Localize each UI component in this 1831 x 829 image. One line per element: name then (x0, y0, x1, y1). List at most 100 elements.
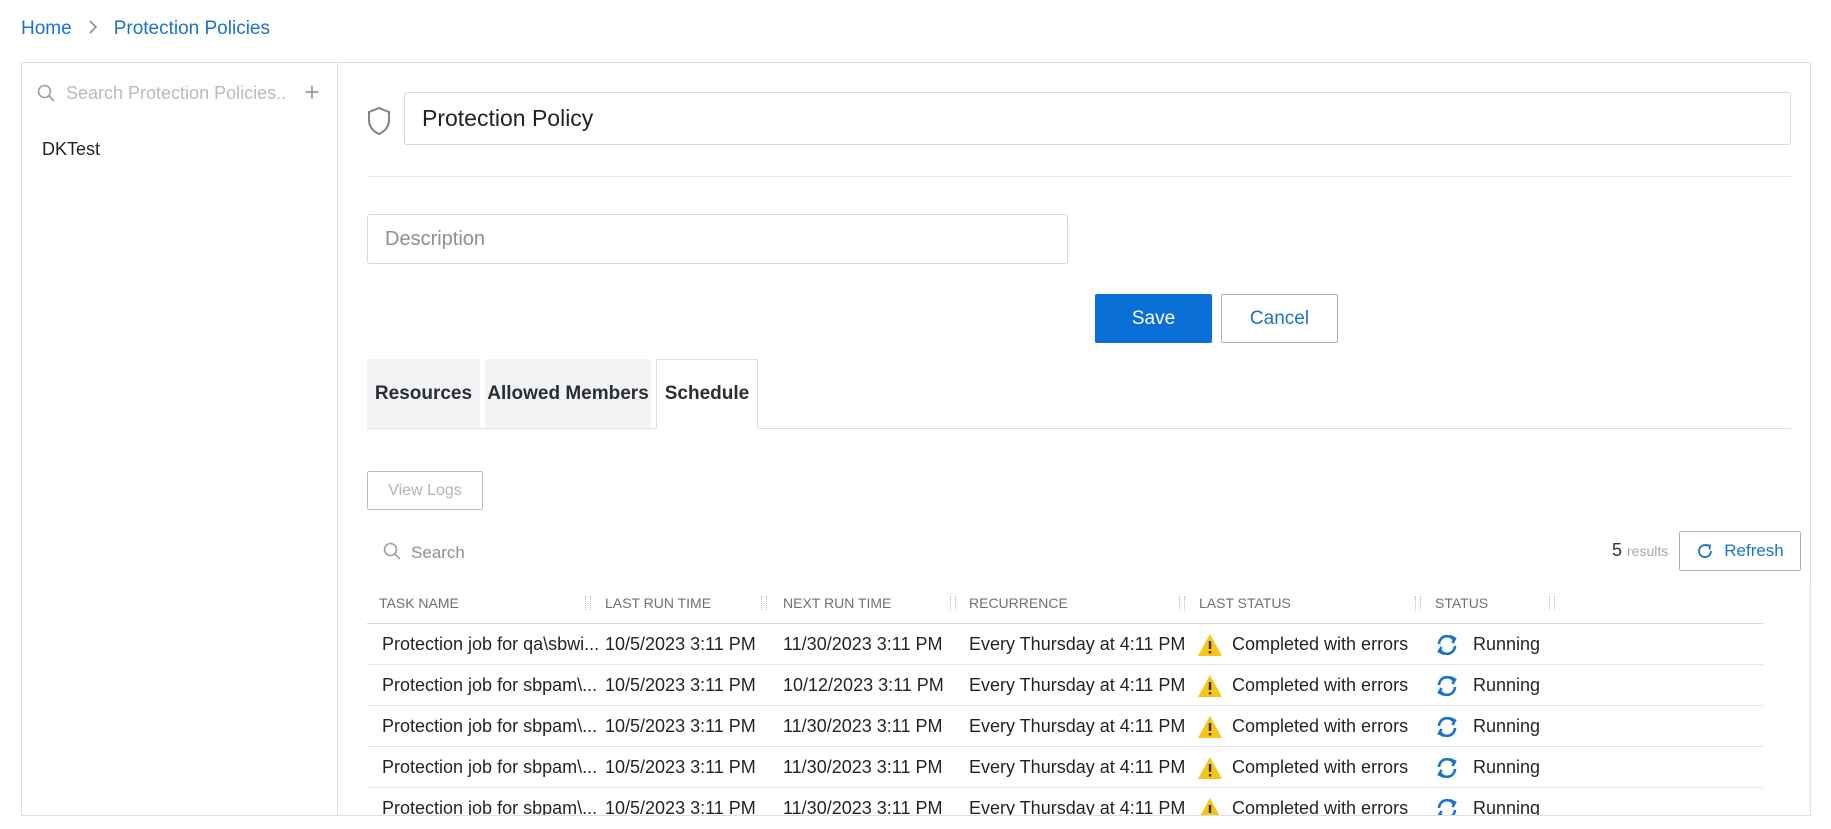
warning-icon (1198, 633, 1222, 656)
status-text: Running (1473, 716, 1541, 736)
warning-icon (1200, 797, 1220, 815)
recurrence-cell: Every Thursday at 4:11 PM (969, 798, 1186, 816)
column-header-task-name[interactable]: TASK NAME (379, 582, 459, 624)
last-status-cell: Completed with errors (1197, 624, 1408, 665)
results-number: 5 (1612, 540, 1623, 560)
search-icon (36, 83, 56, 103)
scrollbar-thumb[interactable] (1810, 583, 1811, 783)
refresh-icon (1698, 544, 1713, 558)
status-cell: Running (1435, 747, 1540, 788)
status-text: Running (1473, 798, 1541, 816)
column-header-last-run-time[interactable]: LAST RUN TIME (605, 582, 711, 624)
policy-detail: Save Cancel Resources Allowed Members Sc… (339, 63, 1810, 815)
last-status-cell: Completed with errors (1197, 665, 1408, 706)
sidebar-item-dktest[interactable]: DKTest (42, 139, 100, 160)
next-run-cell: 11/30/2023 3:11 PM (783, 716, 943, 736)
last-status-text: Completed with errors (1232, 716, 1409, 736)
last-run-cell: 10/5/2023 3:11 PM (605, 675, 756, 695)
task-name-cell: Protection job for sbpam\... (382, 798, 598, 816)
next-run-cell: 10/12/2023 3:11 PM (783, 675, 944, 695)
sidebar-search (36, 79, 322, 107)
refresh-button[interactable]: Refresh (1679, 531, 1801, 571)
warning-icon (1198, 715, 1222, 738)
plus-icon[interactable]: + (300, 79, 324, 107)
chevron-right-icon (88, 19, 98, 39)
breadcrumb-protection-policies-link[interactable]: Protection Policies (114, 18, 270, 40)
tab-bar: Resources Allowed Members Schedule (367, 359, 1791, 429)
warning-icon (1198, 674, 1222, 697)
task-name-cell: Protection job for sbpam\... (382, 675, 598, 695)
policy-name-field[interactable] (404, 92, 1791, 145)
last-status-cell: Completed with errors (1197, 706, 1408, 747)
table-row[interactable]: Protection job for sbpam\... 10/5/2023 3… (367, 706, 1763, 747)
table-scrollbar[interactable] (1809, 581, 1811, 815)
last-status-text: Completed with errors (1232, 634, 1409, 654)
column-header-last-status[interactable]: LAST STATUS (1199, 582, 1291, 624)
warning-icon (1198, 756, 1222, 779)
sync-icon (1437, 798, 1457, 815)
last-run-cell: 10/5/2023 3:11 PM (605, 798, 756, 816)
shield-icon (366, 106, 392, 136)
column-header-recurrence[interactable]: RECURRENCE (969, 582, 1068, 624)
task-name-cell: Protection job for sbpam\... (382, 716, 598, 736)
column-header-status[interactable]: STATUS (1435, 582, 1488, 624)
table-row[interactable]: Protection job for sbpam\... 10/5/2023 3… (367, 788, 1763, 816)
status-text: Running (1473, 634, 1541, 654)
last-run-cell: 10/5/2023 3:11 PM (605, 757, 756, 777)
status-cell: Running (1435, 624, 1540, 665)
status-text: Running (1473, 757, 1541, 777)
tab-resources[interactable]: Resources (367, 359, 480, 428)
sync-icon (1437, 675, 1457, 696)
recurrence-cell: Every Thursday at 4:11 PM (969, 634, 1186, 654)
breadcrumb: Home Protection Policies (21, 17, 270, 41)
divider (367, 176, 1791, 177)
cancel-button[interactable]: Cancel (1221, 294, 1338, 343)
sync-icon (1437, 716, 1457, 737)
next-run-cell: 11/30/2023 3:11 PM (783, 634, 943, 654)
tab-schedule[interactable]: Schedule (656, 359, 758, 429)
view-logs-button[interactable]: View Logs (367, 471, 483, 510)
results-count: 5 results (1612, 540, 1668, 568)
schedule-search-input[interactable] (411, 543, 611, 563)
column-resize-handle[interactable] (585, 596, 591, 610)
policy-sidebar: + DKTest (22, 63, 338, 815)
recurrence-cell: Every Thursday at 4:11 PM (969, 716, 1186, 736)
last-status-cell: Completed with errors (1197, 788, 1409, 816)
search-icon (383, 542, 401, 565)
refresh-label: Refresh (1724, 541, 1784, 560)
column-resize-handle[interactable] (950, 596, 956, 610)
recurrence-cell: Every Thursday at 4:11 PM (969, 675, 1186, 695)
last-status-cell: Completed with errors (1197, 747, 1408, 788)
breadcrumb-home-link[interactable]: Home (21, 18, 72, 40)
last-run-cell: 10/5/2023 3:11 PM (605, 716, 756, 736)
task-name-cell: Protection job for qa\sbwi... (382, 634, 600, 654)
table-header: TASK NAME LAST RUN TIME NEXT RUN TIME RE… (367, 582, 1763, 624)
status-cell: Running (1435, 665, 1540, 706)
table-row[interactable]: Protection job for sbpam\... 10/5/2023 3… (367, 747, 1763, 788)
results-label: results (1627, 543, 1669, 559)
column-resize-handle[interactable] (1549, 596, 1555, 610)
status-cell: Running (1435, 706, 1540, 747)
column-resize-handle[interactable] (1179, 596, 1185, 610)
policy-panel: + DKTest Save Cancel Resources Allowed M… (21, 62, 1811, 816)
table-row[interactable]: Protection job for sbpam\... 10/5/2023 3… (367, 665, 1763, 706)
description-field[interactable] (367, 214, 1068, 264)
schedule-table: TASK NAME LAST RUN TIME NEXT RUN TIME RE… (367, 582, 1763, 816)
last-status-text: Completed with errors (1232, 798, 1409, 816)
column-resize-handle[interactable] (1415, 596, 1421, 610)
column-resize-handle[interactable] (761, 596, 767, 610)
sidebar-search-input[interactable] (66, 82, 286, 104)
status-cell: Running (1435, 788, 1541, 816)
task-name-cell: Protection job for sbpam\... (382, 757, 598, 777)
save-button[interactable]: Save (1095, 294, 1212, 343)
tab-allowed-members[interactable]: Allowed Members (485, 359, 651, 428)
column-header-next-run-time[interactable]: NEXT RUN TIME (783, 582, 891, 624)
last-run-cell: 10/5/2023 3:11 PM (605, 634, 756, 654)
table-row[interactable]: Protection job for qa\sbwi... 10/5/2023 … (367, 624, 1763, 665)
last-status-text: Completed with errors (1232, 757, 1409, 777)
next-run-cell: 11/30/2023 3:11 PM (783, 757, 943, 777)
status-text: Running (1473, 675, 1541, 695)
last-status-text: Completed with errors (1232, 675, 1409, 695)
next-run-cell: 11/30/2023 3:11 PM (783, 798, 943, 816)
schedule-search (383, 539, 611, 567)
